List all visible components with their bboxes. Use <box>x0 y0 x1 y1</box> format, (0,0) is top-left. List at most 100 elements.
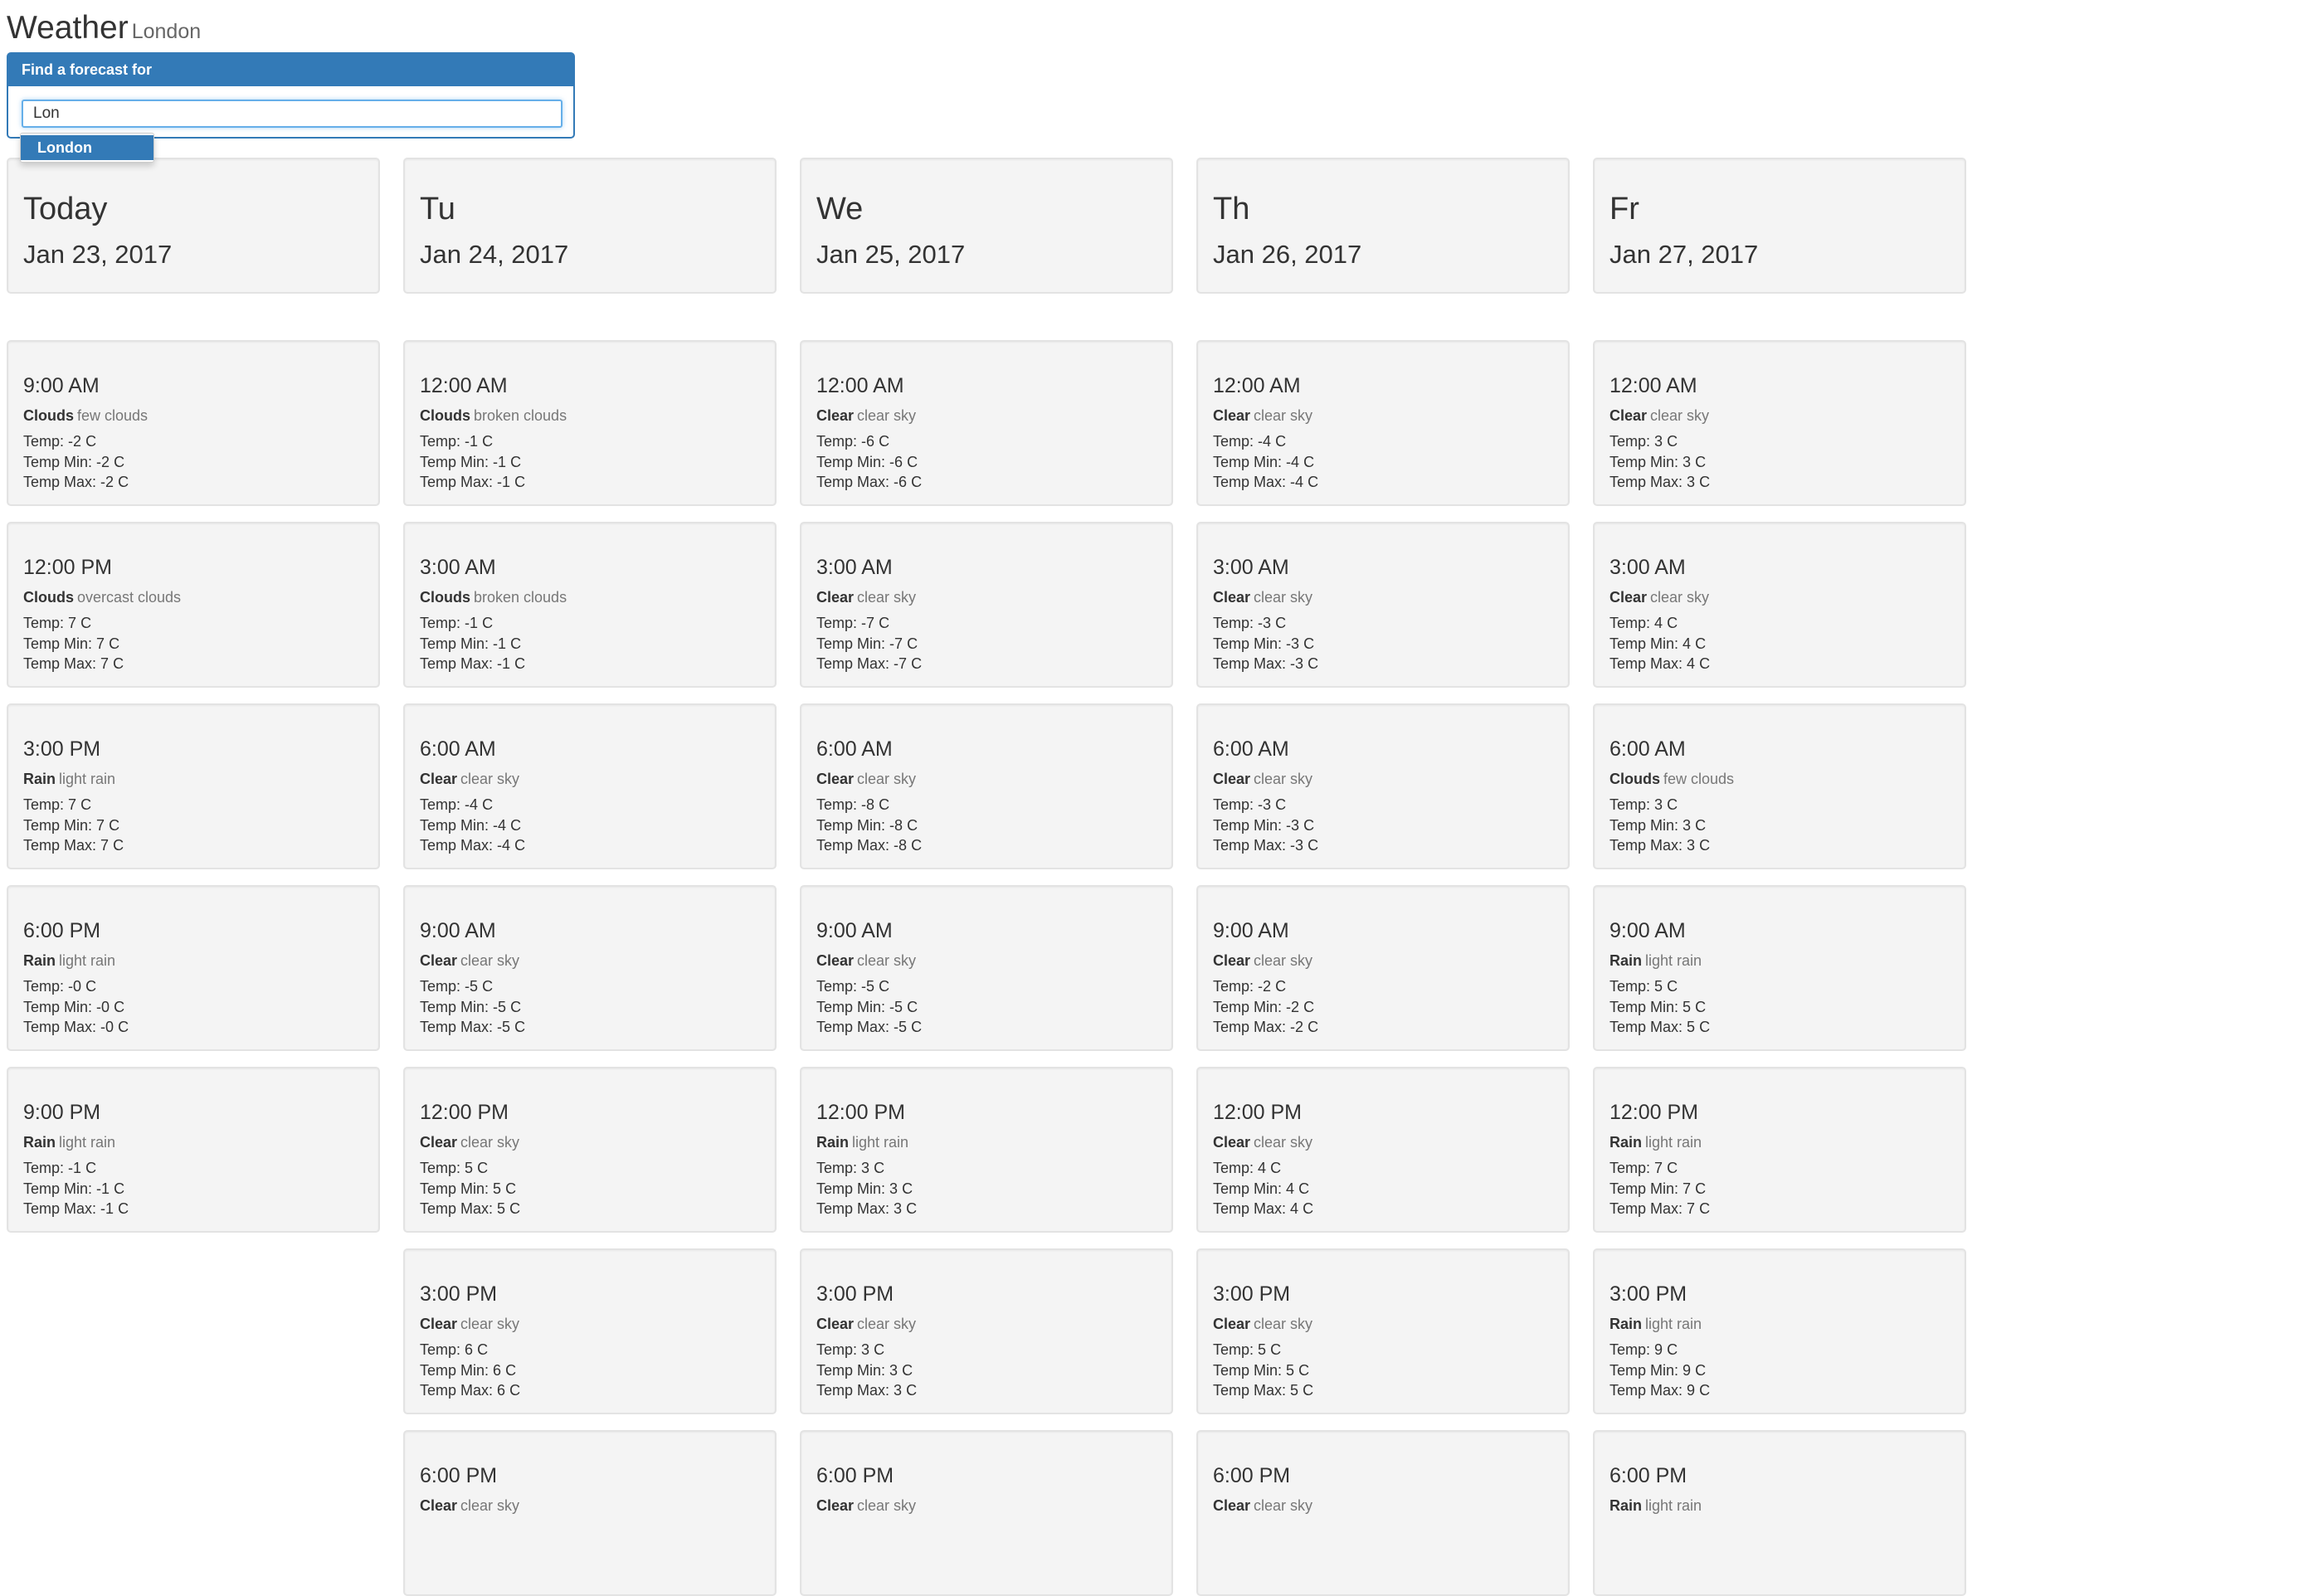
temp-unit: C <box>906 1382 918 1399</box>
forecast-time: 9:00 AM <box>1213 919 1289 942</box>
temp-min-line: Temp Min: -4 C <box>1213 452 1318 473</box>
condition-main: Clear <box>816 589 855 606</box>
forecast-temperatures: Temp: -5 C Temp Min: -5 C Temp Max: -5 C <box>420 976 525 1038</box>
temp-unit: C <box>1298 1180 1310 1197</box>
forecast-condition: Clear clear sky <box>420 1315 519 1333</box>
temp-label: Temp: <box>1213 1341 1254 1358</box>
forecast-time: 3:00 AM <box>816 556 893 579</box>
day-name: Th <box>1213 192 1250 226</box>
temp-unit: C <box>907 998 918 1015</box>
temp-value: -3 <box>1290 655 1304 672</box>
temp-label: Temp Max: <box>1213 1200 1287 1217</box>
temp-label: Temp Max: <box>1610 474 1683 490</box>
temp-unit: C <box>510 453 522 470</box>
temp-value: 5 <box>1258 1341 1267 1358</box>
temp-unit: C <box>118 474 129 490</box>
temp-label: Temp: <box>1610 796 1651 813</box>
temp-label: Temp: <box>816 978 858 995</box>
condition-description: light rain <box>59 1134 116 1151</box>
forecast-condition: Clouds few clouds <box>1610 770 1734 788</box>
forecast-temperatures: Temp: 4 C Temp Min: 4 C Temp Max: 4 C <box>1610 613 1710 674</box>
temp-unit: C <box>1699 474 1711 490</box>
temp-max-line: Temp Max: -6 C <box>816 472 922 493</box>
temp-label: Temp Max: <box>1213 1382 1287 1399</box>
condition-description: broken clouds <box>474 407 567 424</box>
temp-label: Temp: <box>23 796 65 813</box>
condition-description: clear sky <box>857 1316 917 1332</box>
forecast-time: 3:00 PM <box>1213 1282 1291 1306</box>
forecast-temperatures: Temp: -3 C Temp Min: -3 C Temp Max: -3 C <box>1213 613 1318 674</box>
temp-label: Temp Min: <box>1610 1361 1679 1379</box>
temp-label: Temp Max: <box>1213 655 1287 672</box>
condition-main: Clouds <box>420 407 470 424</box>
temp-unit: C <box>85 1160 97 1176</box>
forecast-condition: Rain light rain <box>1610 1496 1702 1515</box>
temp-label: Temp Max: <box>1610 1200 1683 1217</box>
temp-max-line: Temp Max: 9 C <box>1610 1380 1710 1401</box>
temp-label: Temp Max: <box>816 1019 890 1035</box>
forecast-card: 6:00 PM Clear clear sky <box>1196 1430 1570 1596</box>
temp-unit: C <box>1275 978 1287 995</box>
temp-value: -1 <box>493 453 507 470</box>
temp-min-line: Temp Min: 7 C <box>23 634 124 654</box>
temp-unit: C <box>1695 453 1707 470</box>
temp-max-line: Temp Max: 4 C <box>1213 1199 1313 1219</box>
temp-min-line: Temp Min: -2 C <box>1213 997 1318 1018</box>
temp-label: Temp Max: <box>420 655 494 672</box>
forecast-time: 6:00 AM <box>420 737 496 761</box>
temp-line: Temp: 9 C <box>1610 1340 1710 1360</box>
temp-value: 5 <box>1286 1361 1295 1379</box>
temp-label: Temp Max: <box>420 474 494 490</box>
condition-main: Clear <box>420 771 458 787</box>
temp-label: Temp Min: <box>1610 816 1679 834</box>
condition-description: clear sky <box>1650 589 1710 606</box>
temp-min-line: Temp Min: -1 C <box>23 1179 129 1199</box>
city-search-input[interactable] <box>22 100 562 128</box>
condition-description: clear sky <box>1254 1497 1313 1514</box>
condition-description: clear sky <box>460 1497 520 1514</box>
temp-label: Temp: <box>816 433 858 450</box>
temp-label: Temp Max: <box>816 1200 890 1217</box>
temp-label: Temp Min: <box>23 453 93 470</box>
forecast-temperatures: Temp: 6 C Temp Min: 6 C Temp Max: 6 C <box>420 1340 520 1401</box>
forecast-temperatures: Temp: -4 C Temp Min: -4 C Temp Max: -4 C <box>1213 431 1318 493</box>
suggestion-item-london[interactable]: London <box>21 135 153 160</box>
temp-value: 7 <box>100 837 110 854</box>
temp-value: 9 <box>1687 1382 1696 1399</box>
temp-label: Temp Min: <box>816 453 886 470</box>
forecast-condition: Rain light rain <box>23 1133 115 1151</box>
temp-unit: C <box>907 453 918 470</box>
search-panel-title: Find a forecast for <box>8 54 573 86</box>
condition-description: clear sky <box>460 771 520 787</box>
temp-unit: C <box>1699 837 1711 854</box>
condition-description: clear sky <box>857 952 917 969</box>
temp-unit: C <box>1308 474 1319 490</box>
temp-min-line: Temp Min: 5 C <box>1213 1360 1313 1381</box>
temp-unit: C <box>85 433 97 450</box>
temp-unit: C <box>1699 1382 1711 1399</box>
forecast-temperatures: Temp: -3 C Temp Min: -3 C Temp Max: -3 C <box>1213 795 1318 856</box>
temp-value: 4 <box>1286 1180 1295 1197</box>
forecast-time: 12:00 PM <box>420 1101 509 1124</box>
forecast-condition: Clear clear sky <box>1610 588 1709 606</box>
condition-description: clear sky <box>1650 407 1710 424</box>
temp-max-line: Temp Max: -5 C <box>816 1017 922 1038</box>
temp-min-line: Temp Min: 5 C <box>420 1179 520 1199</box>
forecast-card: 3:00 AM Clear clear sky Temp: -7 C Temp Min:… <box>800 522 1173 688</box>
temp-label: Temp Min: <box>420 998 489 1015</box>
temp-value: -1 <box>497 474 511 490</box>
temp-value: -5 <box>894 1019 908 1035</box>
temp-unit: C <box>1667 1341 1678 1358</box>
temp-max-line: Temp Max: 7 C <box>23 835 124 856</box>
temp-label: Temp Min: <box>816 998 886 1015</box>
temp-line: Temp: 7 C <box>23 613 124 634</box>
temp-max-line: Temp Max: -0 C <box>23 1017 129 1038</box>
temp-unit: C <box>505 1361 517 1379</box>
temp-unit: C <box>907 635 918 652</box>
temp-label: Temp: <box>1610 615 1651 631</box>
temp-label: Temp Min: <box>23 998 93 1015</box>
temp-value: 9 <box>1683 1361 1692 1379</box>
temp-unit: C <box>1667 615 1678 631</box>
temp-unit: C <box>1667 978 1678 995</box>
temp-label: Temp Min: <box>816 1180 886 1197</box>
